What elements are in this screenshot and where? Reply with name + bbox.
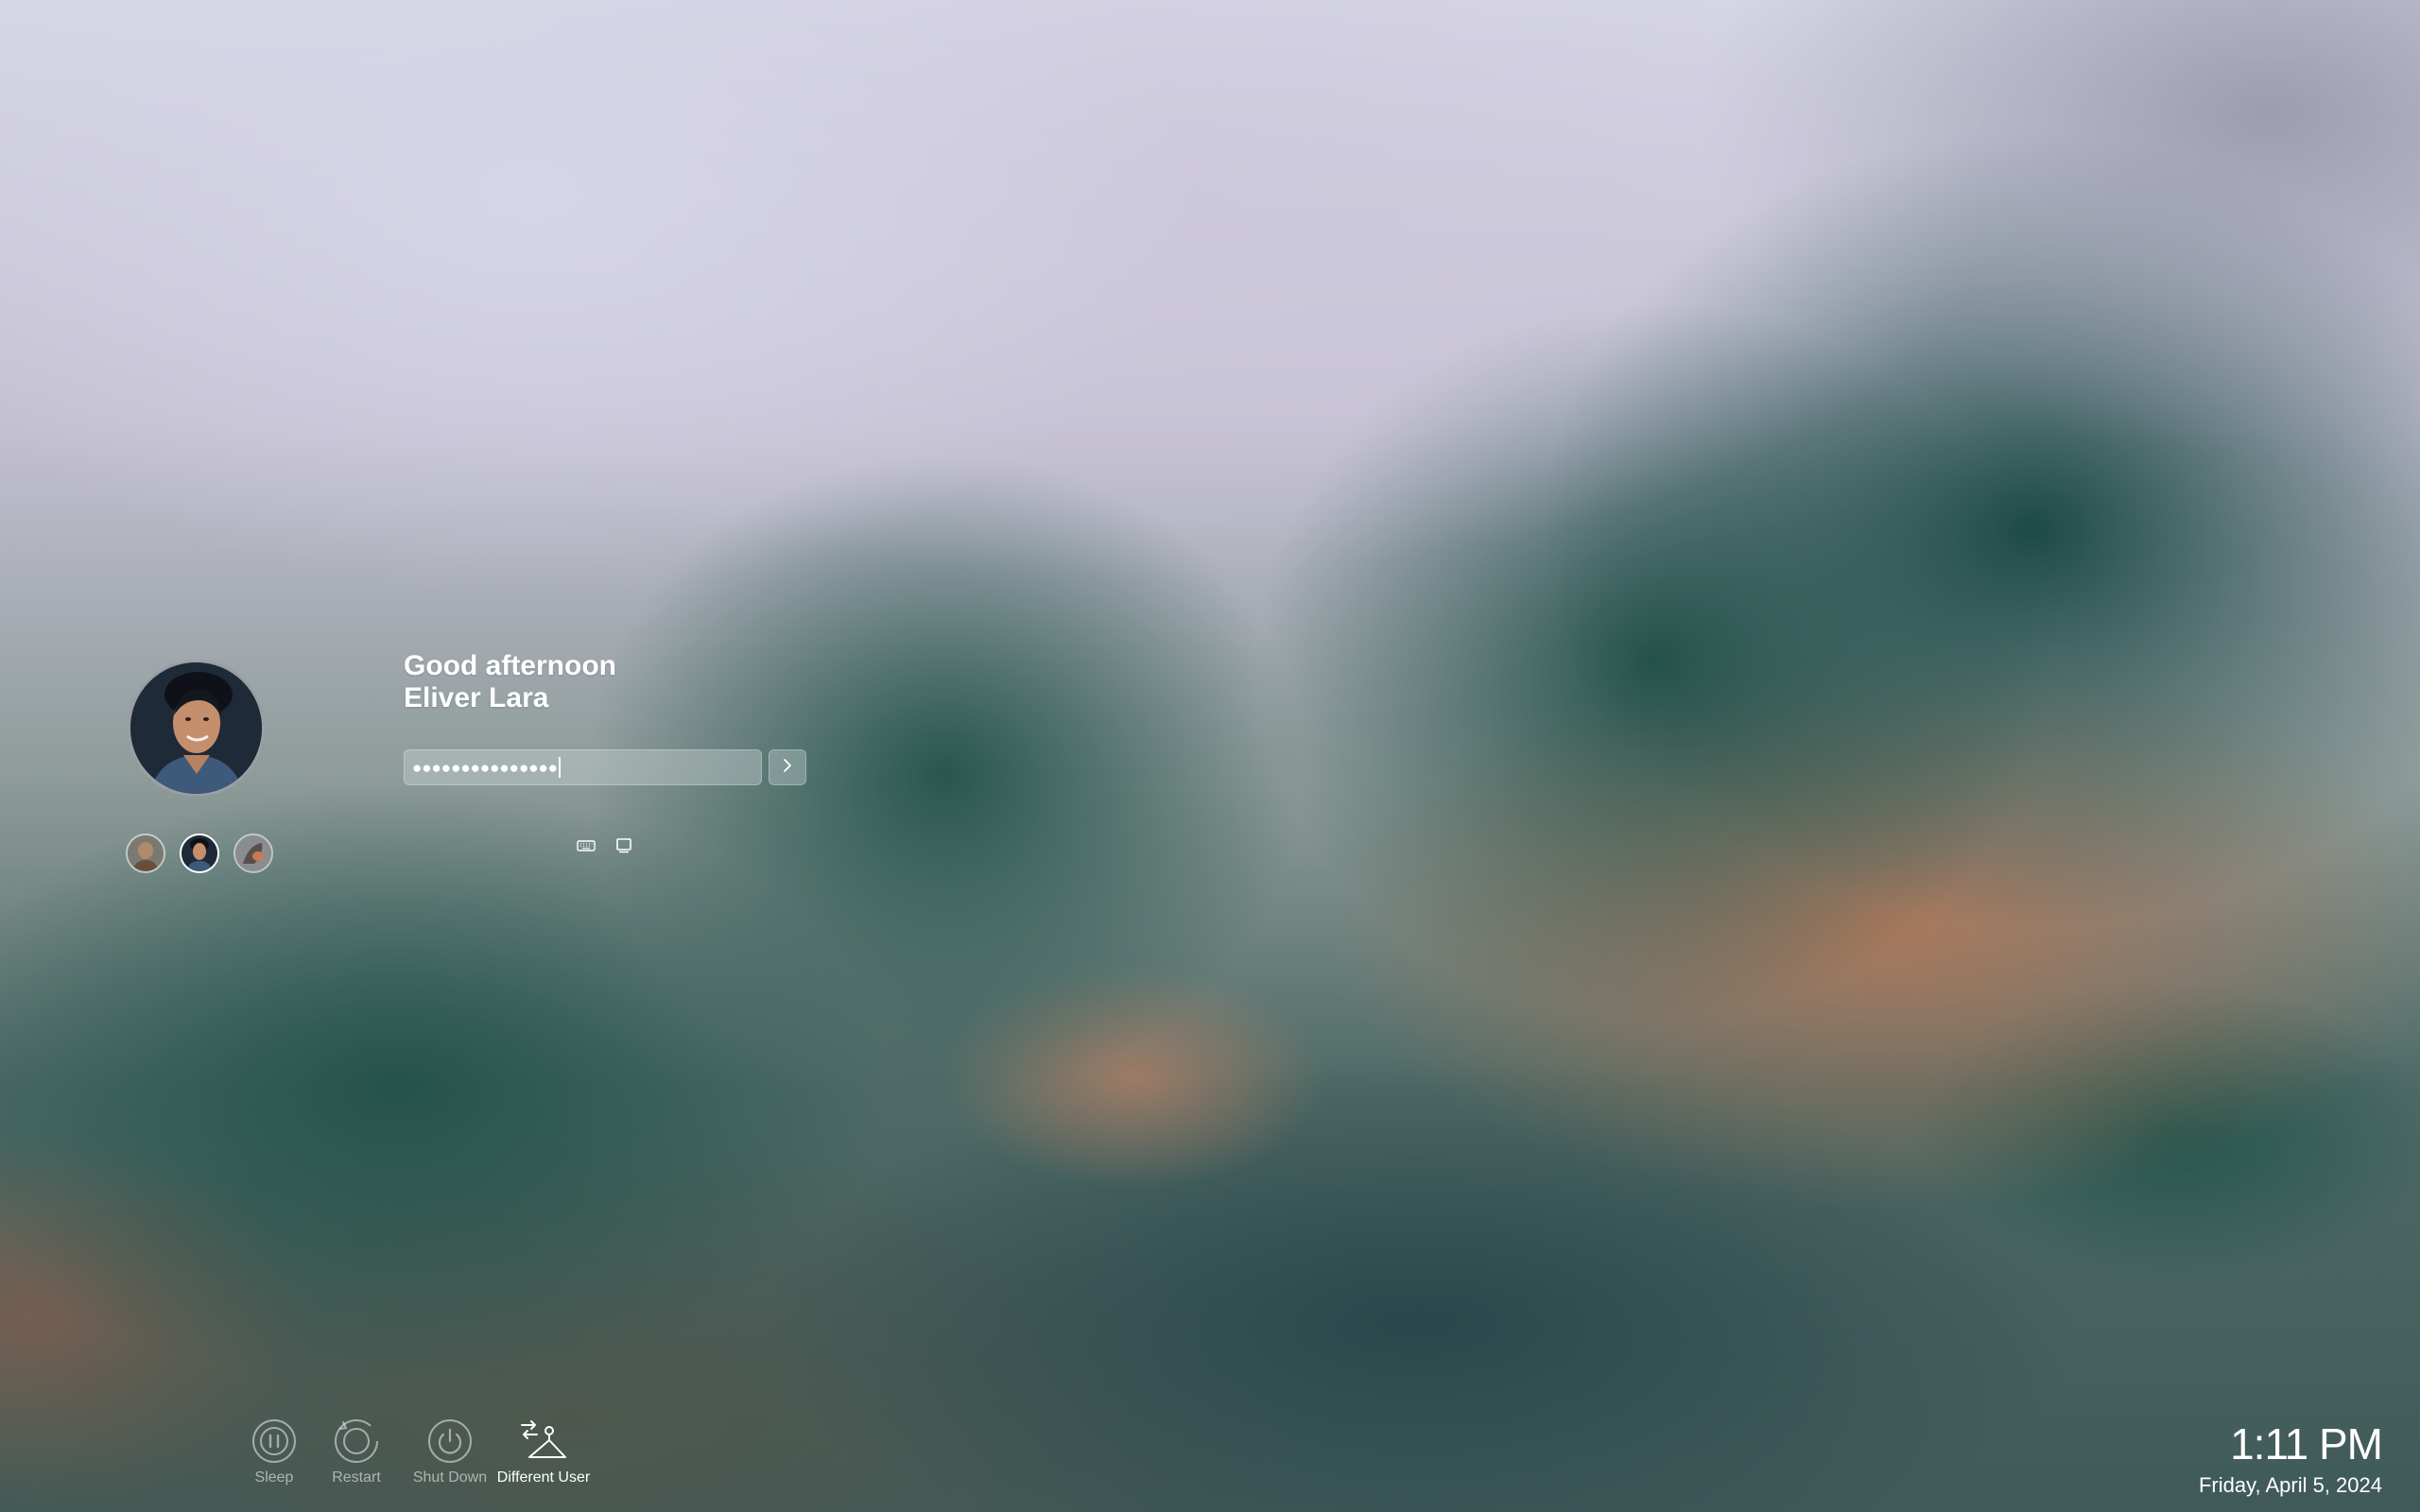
clock-time: 1:11 PM	[2230, 1419, 2383, 1469]
submit-password-button[interactable]	[769, 749, 806, 785]
password-value: ●●●●●●●●●●●●●●●	[412, 758, 559, 777]
clock-date: Friday, April 5, 2024	[2198, 1473, 2382, 1497]
different-user-label: Different User	[496, 1469, 591, 1486]
keyboard-icon	[577, 839, 596, 856]
restart-icon	[333, 1418, 380, 1465]
restart-button[interactable]: Restart	[309, 1418, 404, 1486]
accessibility-button[interactable]	[614, 837, 634, 858]
blurred-wallpaper	[0, 0, 2420, 1512]
sleep-icon	[251, 1418, 298, 1465]
chevron-right-icon	[782, 758, 793, 778]
shut-down-button[interactable]: Shut Down	[403, 1418, 497, 1486]
different-user-button[interactable]: Different User	[496, 1418, 591, 1486]
text-caret	[559, 757, 562, 778]
current-user-avatar	[128, 660, 265, 797]
login-screen: Good afternoon Eliver Lara ●●●●●●●●●●●●●…	[0, 0, 2420, 1512]
greeting-text: Good afternoon	[404, 650, 616, 681]
shut-down-label: Shut Down	[412, 1469, 488, 1486]
display-icon	[615, 837, 632, 858]
user-name: Eliver Lara	[404, 682, 549, 713]
user-avatar-option-selected[interactable]	[180, 833, 219, 873]
greeting-block: Good afternoon Eliver Lara	[404, 650, 616, 714]
clock: 1:11 PM Friday, April 5, 2024	[2198, 1418, 2383, 1499]
user-avatar-option[interactable]	[126, 833, 165, 873]
switch-user-icon	[520, 1418, 567, 1465]
password-field[interactable]: ●●●●●●●●●●●●●●●	[404, 749, 762, 785]
power-icon	[426, 1418, 474, 1465]
restart-label: Restart	[332, 1469, 381, 1486]
input-source-button[interactable]	[576, 839, 596, 856]
sleep-button[interactable]: Sleep	[227, 1418, 321, 1486]
user-avatar-option[interactable]	[233, 833, 273, 873]
sleep-label: Sleep	[254, 1469, 294, 1486]
